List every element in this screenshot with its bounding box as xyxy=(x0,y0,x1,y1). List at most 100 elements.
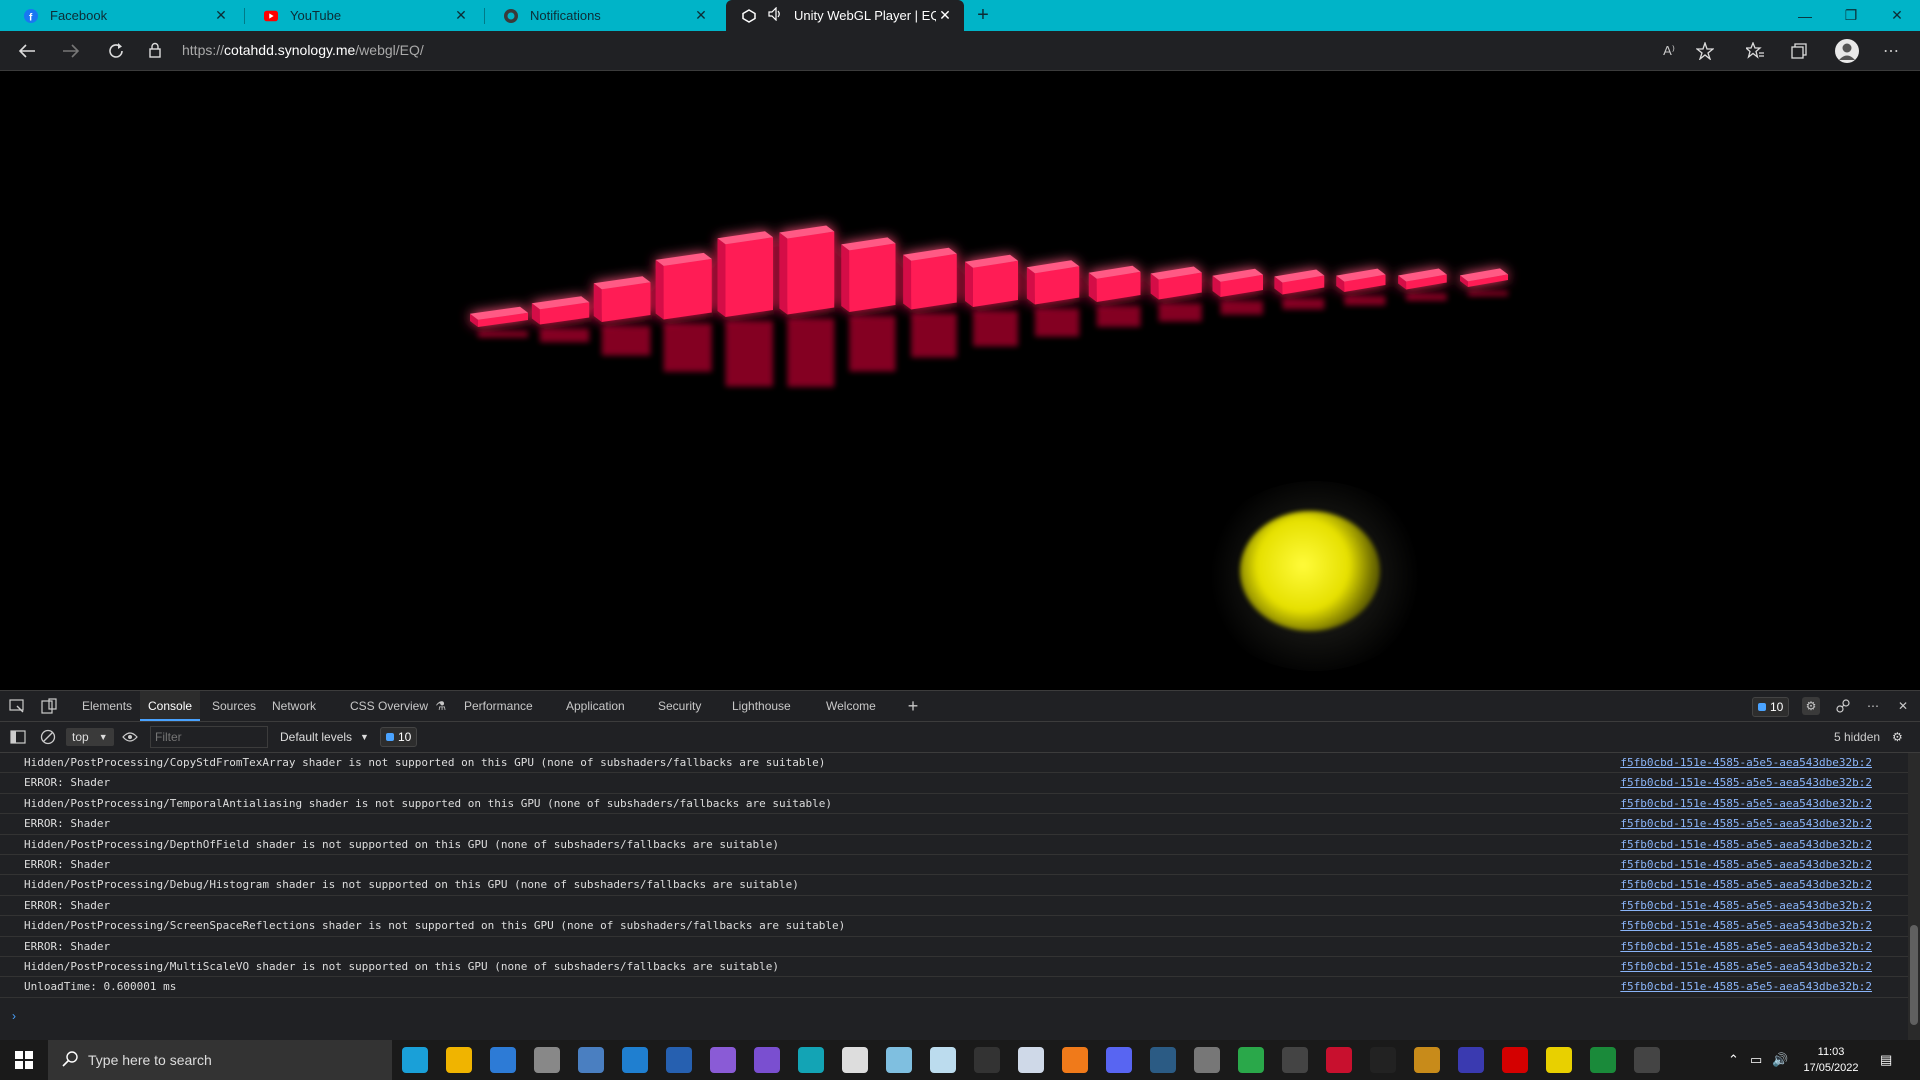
close-icon[interactable]: ✕ xyxy=(936,7,954,24)
windows-start-icon[interactable] xyxy=(0,1040,48,1080)
console-source-link[interactable]: f5fb0cbd-151e-4585-a5e5-aea543dbe32b:2 xyxy=(1620,896,1872,916)
console-source-link[interactable]: f5fb0cbd-151e-4585-a5e5-aea543dbe32b:2 xyxy=(1620,835,1872,855)
notifications-icon[interactable]: ▤ xyxy=(1880,1040,1892,1080)
network-icon[interactable]: ▭ xyxy=(1750,1040,1762,1080)
show-hidden-icons[interactable]: ⌃ xyxy=(1728,1040,1739,1080)
taskbar-app-icon[interactable] xyxy=(1062,1047,1088,1073)
console-scrollbar[interactable] xyxy=(1908,753,1920,1041)
lock-icon[interactable] xyxy=(148,42,162,58)
taskbar-app-icon[interactable] xyxy=(622,1047,648,1073)
inspect-icon[interactable] xyxy=(8,697,26,715)
close-icon[interactable]: ✕ xyxy=(212,7,230,24)
add-tab-icon[interactable]: + xyxy=(904,696,922,716)
refresh-icon[interactable] xyxy=(103,38,129,64)
tab-facebook[interactable]: f Facebook ✕ xyxy=(8,0,240,31)
new-tab-icon[interactable]: + xyxy=(972,4,994,26)
tab-sources[interactable]: Sources xyxy=(204,691,264,721)
console-source-link[interactable]: f5fb0cbd-151e-4585-a5e5-aea543dbe32b:2 xyxy=(1620,814,1872,834)
tab-css-overview[interactable]: CSS Overview ⚗ xyxy=(342,691,454,721)
taskbar-app-icon[interactable] xyxy=(710,1047,736,1073)
clock[interactable]: 11:03 17/05/2022 xyxy=(1786,1044,1876,1076)
taskbar-app-icon[interactable] xyxy=(1106,1047,1132,1073)
add-favorite-icon[interactable] xyxy=(1692,38,1718,64)
console-source-link[interactable]: f5fb0cbd-151e-4585-a5e5-aea543dbe32b:2 xyxy=(1620,773,1872,793)
scrollbar-thumb[interactable] xyxy=(1910,925,1918,1025)
taskbar-search[interactable]: Type here to search xyxy=(48,1040,392,1080)
tab-notifications[interactable]: Notifications ✕ xyxy=(488,0,720,31)
taskbar-app-icon[interactable] xyxy=(1018,1047,1044,1073)
tab-welcome[interactable]: Welcome xyxy=(818,691,884,721)
taskbar-app-icon[interactable] xyxy=(534,1047,560,1073)
issues-badge[interactable]: 10 xyxy=(1752,697,1790,717)
taskbar-app-icon[interactable] xyxy=(446,1047,472,1073)
close-devtools-icon[interactable]: ✕ xyxy=(1894,697,1912,715)
taskbar-app-icon[interactable] xyxy=(1414,1047,1440,1073)
more-icon[interactable]: ⋯ xyxy=(1878,38,1904,64)
filter-input[interactable] xyxy=(150,726,268,748)
console-prompt-icon[interactable]: › xyxy=(12,1009,16,1023)
taskbar-app-icon[interactable] xyxy=(1194,1047,1220,1073)
read-aloud-icon[interactable]: A⁾ xyxy=(1656,38,1682,64)
tab-lighthouse[interactable]: Lighthouse xyxy=(724,691,799,721)
console-source-link[interactable]: f5fb0cbd-151e-4585-a5e5-aea543dbe32b:2 xyxy=(1620,977,1872,997)
tab-elements[interactable]: Elements xyxy=(74,691,140,721)
live-expression-icon[interactable] xyxy=(122,728,138,746)
tab-console[interactable]: Console xyxy=(140,691,201,721)
log-levels-select[interactable]: Default levels ▼ xyxy=(280,728,369,746)
tab-security[interactable]: Security xyxy=(650,691,709,721)
close-window-icon[interactable]: ✕ xyxy=(1874,0,1920,31)
taskbar-app-icon[interactable] xyxy=(578,1047,604,1073)
taskbar-app-icon[interactable] xyxy=(1590,1047,1616,1073)
more-options-icon[interactable]: ⋯ xyxy=(1864,697,1882,715)
collections-icon[interactable] xyxy=(1786,38,1812,64)
taskbar-app-icon[interactable] xyxy=(886,1047,912,1073)
close-icon[interactable]: ✕ xyxy=(692,7,710,24)
console-source-link[interactable]: f5fb0cbd-151e-4585-a5e5-aea543dbe32b:2 xyxy=(1620,916,1872,936)
tab-performance[interactable]: Performance xyxy=(456,691,541,721)
message-count-badge[interactable]: 10 xyxy=(380,727,418,747)
taskbar-app-icon[interactable] xyxy=(1150,1047,1176,1073)
favorites-icon[interactable] xyxy=(1742,38,1768,64)
tab-youtube[interactable]: YouTube ✕ xyxy=(248,0,480,31)
close-icon[interactable]: ✕ xyxy=(452,7,470,24)
console-source-link[interactable]: f5fb0cbd-151e-4585-a5e5-aea543dbe32b:2 xyxy=(1620,753,1872,773)
taskbar-app-icon[interactable] xyxy=(1502,1047,1528,1073)
taskbar-app-icon[interactable] xyxy=(1370,1047,1396,1073)
clear-console-icon[interactable] xyxy=(40,728,56,746)
forward-icon[interactable] xyxy=(58,38,84,64)
taskbar-app-icon[interactable] xyxy=(1458,1047,1484,1073)
unity-webgl-canvas[interactable] xyxy=(0,71,1920,690)
console-settings-icon[interactable]: ⚙ xyxy=(1892,728,1903,746)
console-source-link[interactable]: f5fb0cbd-151e-4585-a5e5-aea543dbe32b:2 xyxy=(1620,855,1872,875)
profile-avatar[interactable] xyxy=(1834,38,1860,64)
taskbar-app-icon[interactable] xyxy=(1282,1047,1308,1073)
address-bar[interactable]: https://cotahdd.synology.me/webgl/EQ/ xyxy=(148,35,1718,65)
taskbar-app-icon[interactable] xyxy=(930,1047,956,1073)
speaker-icon[interactable] xyxy=(768,6,784,24)
minimize-icon[interactable]: — xyxy=(1782,0,1828,31)
taskbar-app-icon[interactable] xyxy=(1238,1047,1264,1073)
tab-network[interactable]: Network xyxy=(264,691,324,721)
restore-icon[interactable]: ❐ xyxy=(1828,0,1874,31)
console-source-link[interactable]: f5fb0cbd-151e-4585-a5e5-aea543dbe32b:2 xyxy=(1620,794,1872,814)
dock-icon[interactable] xyxy=(1834,697,1852,715)
taskbar-app-icon[interactable] xyxy=(1326,1047,1352,1073)
device-toolbar-icon[interactable] xyxy=(40,697,58,715)
console-source-link[interactable]: f5fb0cbd-151e-4585-a5e5-aea543dbe32b:2 xyxy=(1620,875,1872,895)
context-select[interactable]: top ▼ xyxy=(66,728,114,746)
tab-application[interactable]: Application xyxy=(558,691,633,721)
taskbar-app-icon[interactable] xyxy=(754,1047,780,1073)
taskbar-app-icon[interactable] xyxy=(1634,1047,1660,1073)
taskbar-app-icon[interactable] xyxy=(490,1047,516,1073)
settings-icon[interactable]: ⚙ xyxy=(1802,697,1820,715)
taskbar-app-icon[interactable] xyxy=(798,1047,824,1073)
taskbar-app-icon[interactable] xyxy=(402,1047,428,1073)
sidebar-toggle-icon[interactable] xyxy=(10,728,26,746)
console-source-link[interactable]: f5fb0cbd-151e-4585-a5e5-aea543dbe32b:2 xyxy=(1620,957,1872,977)
console-source-link[interactable]: f5fb0cbd-151e-4585-a5e5-aea543dbe32b:2 xyxy=(1620,937,1872,957)
taskbar-app-icon[interactable] xyxy=(974,1047,1000,1073)
taskbar-app-icon[interactable] xyxy=(1546,1047,1572,1073)
taskbar-app-icon[interactable] xyxy=(666,1047,692,1073)
taskbar-app-icon[interactable] xyxy=(842,1047,868,1073)
tab-unity-webgl[interactable]: Unity WebGL Player | EQ ✕ xyxy=(726,0,964,31)
